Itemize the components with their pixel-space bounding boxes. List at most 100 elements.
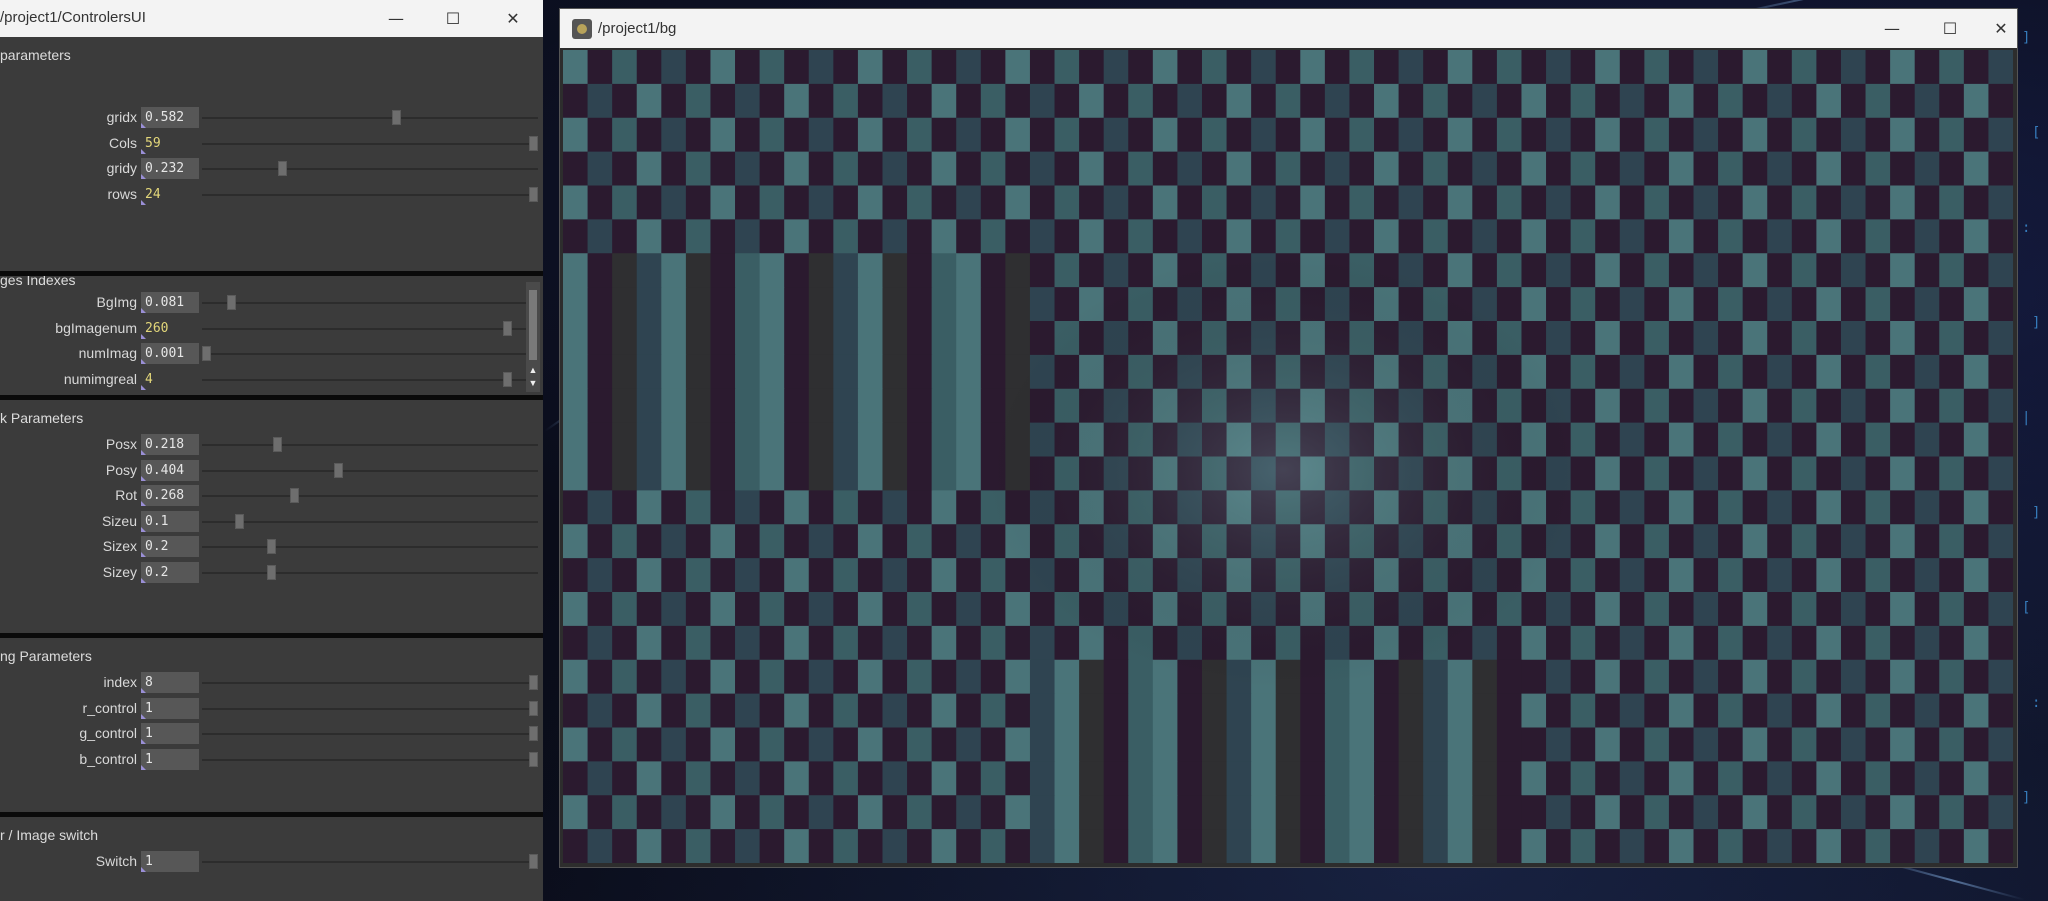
close-icon[interactable]: ✕ (1985, 9, 2017, 48)
param-slider-knob[interactable] (529, 854, 538, 869)
param-slider-track[interactable] (202, 488, 538, 503)
param-slider-knob[interactable] (289, 488, 299, 503)
param-slider-knob[interactable] (267, 564, 277, 580)
param-value-field[interactable]: 24 (141, 184, 199, 205)
param-label: Posx (105, 436, 137, 452)
param-value-field[interactable]: 4 (141, 369, 199, 390)
pattern-cell (759, 83, 785, 119)
pattern-cell (1496, 253, 1523, 288)
pattern-cell (1914, 185, 1940, 220)
param-value-field[interactable]: 0.218 (141, 434, 199, 455)
section-title[interactable]: ges Indexes (0, 276, 76, 288)
pattern-cell (612, 829, 638, 863)
param-value-field[interactable]: 1 (141, 697, 199, 719)
param-value-field[interactable]: 1 (141, 851, 199, 872)
param-slider-track[interactable] (202, 295, 538, 310)
minimize-icon[interactable]: — (373, 0, 419, 37)
param-slider-knob[interactable] (392, 110, 402, 125)
section-scrollbar[interactable]: ▲ ▼ (526, 282, 540, 392)
pattern-cell (956, 659, 982, 695)
param-slider-track[interactable] (202, 854, 538, 869)
param-value-field[interactable]: 260 (141, 318, 199, 339)
pattern-cell (1374, 83, 1400, 119)
param-value-field[interactable]: 8 (141, 672, 199, 693)
pattern-cell (1963, 253, 1990, 288)
close-icon[interactable]: ✕ (490, 0, 536, 37)
param-slider-track[interactable] (202, 346, 538, 361)
minimize-icon[interactable]: — (1869, 9, 1915, 48)
param-slider-track[interactable] (202, 513, 538, 529)
param-value-field[interactable]: 0.2 (141, 536, 199, 557)
param-slider-track[interactable] (202, 161, 538, 176)
param-slider-knob[interactable] (529, 135, 538, 151)
param-slider-knob[interactable] (277, 161, 287, 176)
param-slider-track[interactable] (202, 700, 538, 716)
param-slider-knob[interactable] (529, 675, 538, 690)
pattern-cell (1201, 83, 1228, 119)
param-slider-knob[interactable] (234, 513, 244, 529)
controllers-titlebar[interactable]: /project1/ControlersUI — ☐ ✕ (0, 0, 543, 37)
pattern-cell (931, 219, 957, 254)
param-slider-track[interactable] (202, 110, 538, 125)
pattern-cell (882, 388, 908, 424)
param-slider-knob[interactable] (267, 539, 277, 554)
pattern-cell (1988, 693, 2013, 729)
param-slider-track[interactable] (202, 371, 538, 387)
param-slider-track[interactable] (202, 320, 538, 336)
param-value-field[interactable]: 0.2 (141, 561, 199, 583)
param-slider-track[interactable] (202, 726, 538, 741)
maximize-icon[interactable]: ☐ (1927, 9, 1973, 48)
param-value-field[interactable]: 0.582 (141, 107, 199, 128)
param-slider-knob[interactable] (226, 295, 236, 310)
pattern-cell (661, 456, 687, 491)
pattern-cell (1742, 558, 1768, 593)
param-slider-track[interactable] (202, 462, 538, 478)
pattern-cell (685, 592, 712, 627)
param-slider-track[interactable] (202, 675, 538, 690)
section-title[interactable]: ng Parameters (0, 648, 92, 664)
param-slider-knob[interactable] (529, 186, 538, 202)
scrollbar-thumb[interactable] (529, 290, 537, 360)
section-title[interactable]: k Parameters (0, 410, 83, 426)
param-slider-track[interactable] (202, 539, 538, 554)
param-slider-knob[interactable] (529, 751, 538, 767)
param-value-field[interactable]: 0.268 (141, 485, 199, 506)
pattern-cell (1644, 117, 1670, 153)
param-slider-knob[interactable] (529, 700, 538, 716)
section-title[interactable]: parameters (0, 47, 71, 63)
pattern-cell (1644, 795, 1670, 830)
pattern-cell (735, 422, 761, 458)
param-value-field[interactable]: 0.1 (141, 510, 199, 532)
param-value-field[interactable]: 59 (141, 133, 199, 154)
param-slider-knob[interactable] (202, 346, 212, 361)
section-title[interactable]: r / Image switch (0, 827, 98, 843)
param-slider-track[interactable] (202, 564, 538, 580)
pattern-cell (857, 761, 884, 796)
scroll-down-arrow-icon[interactable]: ▼ (526, 377, 540, 390)
param-value-field[interactable]: 0.404 (141, 459, 199, 481)
pattern-cell (1226, 83, 1252, 119)
param-slider-knob[interactable] (273, 437, 283, 452)
param-value-field[interactable]: 1 (141, 723, 199, 744)
param-slider-knob[interactable] (529, 726, 538, 741)
param-value-field[interactable]: 0.081 (141, 292, 199, 313)
param-value-field[interactable]: 0.232 (141, 158, 199, 179)
param-slider-knob[interactable] (334, 462, 344, 478)
scroll-up-arrow-icon[interactable]: ▲ (526, 364, 540, 377)
param-value-field[interactable]: 0.001 (141, 343, 199, 364)
pattern-cell (636, 388, 662, 424)
param-slider-track[interactable] (202, 751, 538, 767)
pattern-cell (1865, 490, 1891, 525)
pattern-cell (784, 761, 810, 796)
param-slider-knob[interactable] (502, 320, 512, 336)
param-slider-track[interactable] (202, 186, 538, 202)
bg-titlebar[interactable]: /project1/bg — ☐ ✕ (560, 9, 2017, 48)
maximize-icon[interactable]: ☐ (430, 0, 476, 37)
controllers-window-title: /project1/ControlersUI (0, 9, 146, 26)
pattern-cell (1865, 761, 1891, 796)
param-slider-knob[interactable] (502, 371, 512, 387)
param-value-field[interactable]: 1 (141, 748, 199, 770)
param-slider-track[interactable] (202, 437, 538, 452)
pattern-cell (1570, 83, 1596, 119)
param-slider-track[interactable] (202, 135, 538, 151)
